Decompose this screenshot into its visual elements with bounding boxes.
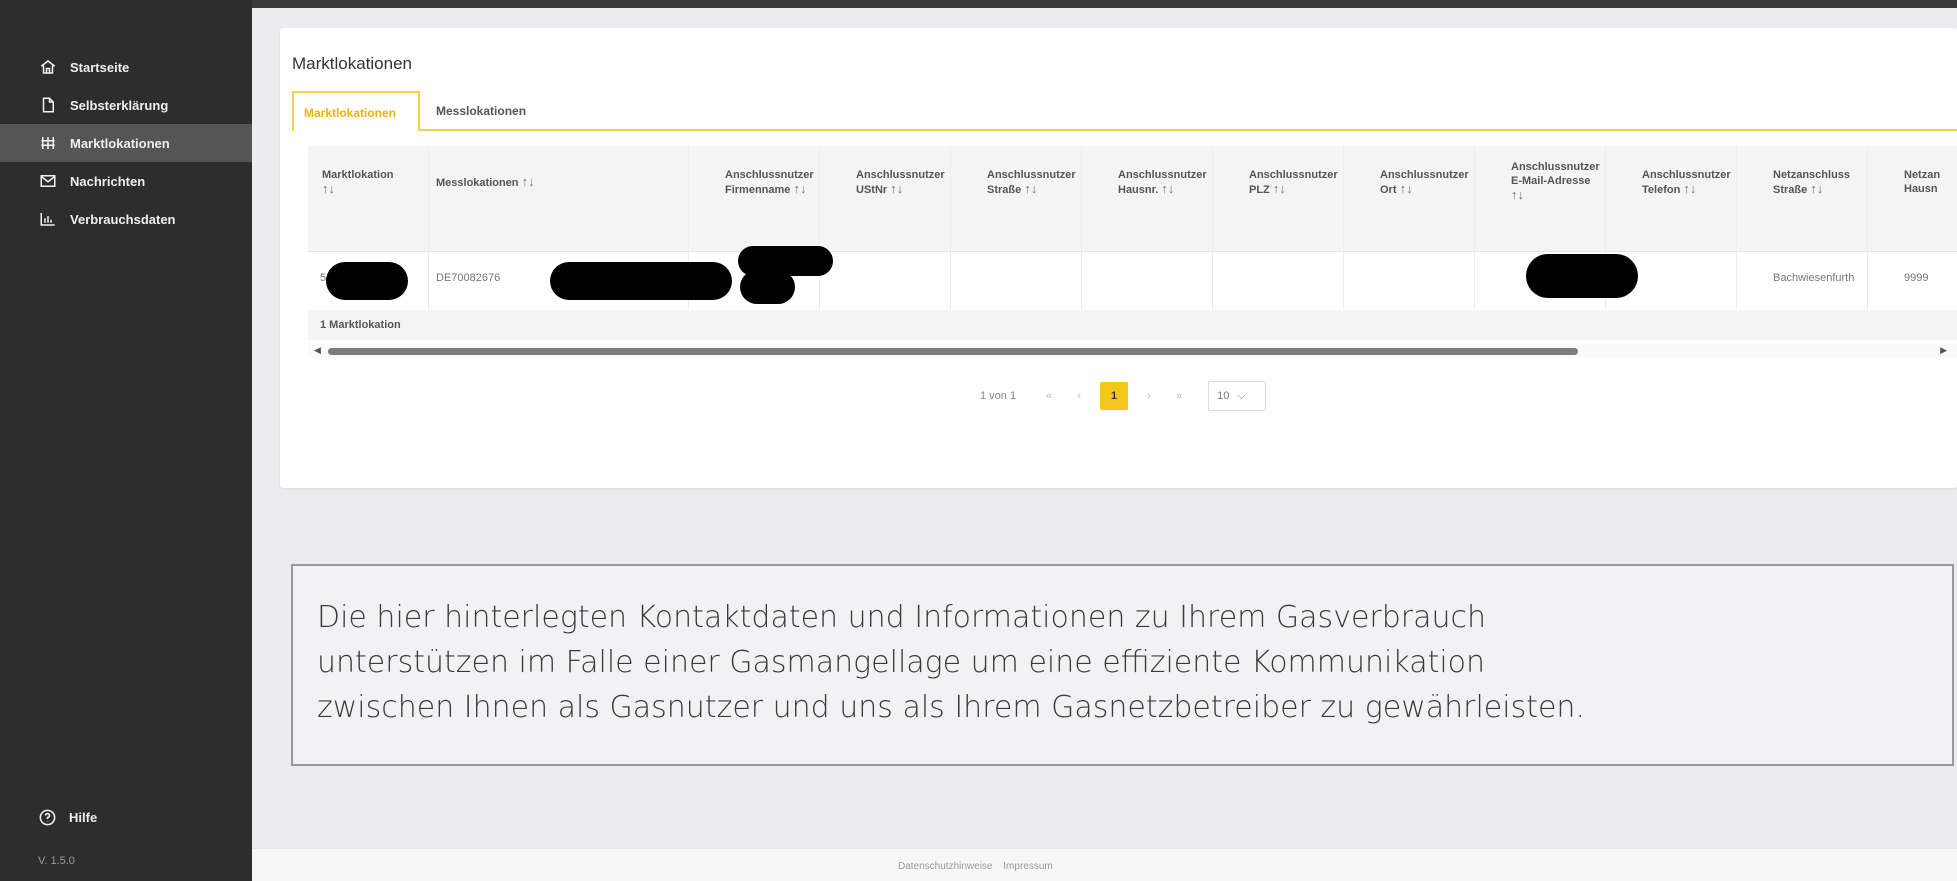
current-page-button[interactable]: 1 <box>1100 382 1129 410</box>
redaction-mark <box>740 270 795 304</box>
marktlokationen-table: Marktlokation ↑↓ Messlokationen ↑↓ Ansch… <box>308 146 1957 371</box>
sort-icon[interactable]: ↑↓ <box>1273 181 1286 196</box>
datenschutz-link[interactable]: Datenschutzhinweise <box>898 861 993 872</box>
column-header-netzanschluss-hausnr[interactable]: Netzan Hausn <box>1904 168 1940 196</box>
sidebar-item-nachrichten[interactable]: Nachrichten <box>0 162 252 200</box>
next-page-button[interactable]: › <box>1138 390 1160 402</box>
version-label: V. 1.5.0 <box>38 855 75 867</box>
sidebar: Startseite Selbsterklärung Marktlokation… <box>0 0 252 881</box>
horizontal-scrollbar[interactable]: ◀ ▶ <box>308 344 1957 358</box>
scroll-left-icon[interactable]: ◀ <box>314 345 321 356</box>
sort-icon[interactable]: ↑↓ <box>1810 181 1823 196</box>
scrollbar-thumb[interactable] <box>328 348 1578 355</box>
chevron-down-icon: ⌵ <box>1237 389 1246 402</box>
info-box: Die hier hinterlegten Kontaktdaten und I… <box>291 564 1954 766</box>
column-header-plz[interactable]: Anschlussnutzer PLZ ↑↓ <box>1249 168 1338 197</box>
sidebar-item-label: Startseite <box>70 59 130 75</box>
column-header-hausnr[interactable]: Anschlussnutzer Hausnr. ↑↓ <box>1118 168 1207 197</box>
sidebar-item-label: Verbrauchsdaten <box>70 211 176 227</box>
sidebar-item-label: Nachrichten <box>70 173 146 189</box>
sort-icon[interactable]: ↑↓ <box>522 174 535 189</box>
sidebar-item-verbrauchsdaten[interactable]: Verbrauchsdaten <box>0 200 252 238</box>
column-header-telefon[interactable]: Anschlussnutzer Telefon ↑↓ <box>1642 168 1731 197</box>
sidebar-item-startseite[interactable]: Startseite <box>0 48 252 86</box>
chart-icon <box>38 209 58 229</box>
help-link[interactable]: Hilfe <box>38 808 97 827</box>
info-line-1: Die hier hinterlegten Kontaktdaten und I… <box>317 600 1487 635</box>
document-icon <box>38 95 58 115</box>
column-separator <box>950 146 951 310</box>
column-header-netzanschluss-strasse[interactable]: Netzanschluss Straße ↑↓ <box>1773 168 1850 197</box>
column-header-messlokationen[interactable]: Messlokationen ↑↓ <box>436 175 535 190</box>
cell-netzanschluss-hausnr: 9999 <box>1904 272 1929 284</box>
sort-icon[interactable]: ↑↓ <box>1400 181 1413 196</box>
page-title: Marktlokationen <box>292 54 413 73</box>
mail-icon <box>38 171 58 191</box>
sort-icon[interactable]: ↑↓ <box>1683 181 1696 196</box>
sort-icon[interactable]: ↑↓ <box>1024 181 1037 196</box>
column-separator <box>1343 146 1344 310</box>
cell-netzanschluss-strasse: Bachwiesenfurth <box>1773 272 1855 284</box>
info-line-3: zwischen Ihnen als Gasnutzer und uns als… <box>317 690 1585 725</box>
previous-page-button[interactable]: ‹ <box>1068 390 1090 402</box>
redaction-mark <box>550 262 732 300</box>
sidebar-nav: Startseite Selbsterklärung Marktlokation… <box>0 48 252 238</box>
column-separator <box>1736 146 1737 310</box>
column-separator <box>1212 146 1213 310</box>
column-header-email[interactable]: Anschlussnutzer E-Mail-Adresse ↑↓ <box>1511 160 1600 203</box>
pagination: 1 von 1 « ‹ 1 › » 10 ⌵ <box>980 380 1267 412</box>
sort-icon[interactable]: ↑↓ <box>890 181 903 196</box>
filter-row <box>308 222 1957 252</box>
sort-icon[interactable]: ↑↓ <box>1511 187 1524 202</box>
column-separator <box>1867 146 1868 310</box>
sort-icon[interactable]: ↑↓ <box>1161 181 1174 196</box>
scroll-right-icon[interactable]: ▶ <box>1940 345 1947 356</box>
column-header-ort[interactable]: Anschlussnutzer Ort ↑↓ <box>1380 168 1469 197</box>
page-footer: Datenschutzhinweise Impressum <box>252 848 1957 881</box>
sort-icon[interactable]: ↑↓ <box>793 181 806 196</box>
redaction-mark <box>1526 254 1638 298</box>
page-info: 1 von 1 <box>980 390 1017 402</box>
column-separator <box>819 146 820 310</box>
column-separator <box>1081 146 1082 310</box>
info-line-2: unterstützen im Falle einer Gasmangellag… <box>317 645 1486 680</box>
sidebar-item-marktlokationen[interactable]: Marktlokationen <box>0 124 252 162</box>
redaction-mark <box>326 262 408 300</box>
sort-icon[interactable]: ↑↓ <box>322 181 335 196</box>
column-header-strasse[interactable]: Anschlussnutzer Straße ↑↓ <box>987 168 1076 197</box>
impressum-link[interactable]: Impressum <box>1003 861 1052 872</box>
cell-messlokation: DE70082676 <box>436 272 501 284</box>
page-size-select[interactable]: 10 ⌵ <box>1208 381 1267 411</box>
help-label: Hilfe <box>69 810 98 825</box>
sidebar-item-selbsterklaerung[interactable]: Selbsterklärung <box>0 86 252 124</box>
sidebar-item-label: Selbsterklärung <box>70 97 169 113</box>
help-icon <box>39 809 56 826</box>
sidebar-item-label: Marktlokationen <box>70 135 170 151</box>
column-header-marktlokation[interactable]: Marktlokation ↑↓ <box>322 168 394 197</box>
column-header-ustnr[interactable]: Anschlussnutzer UStNr ↑↓ <box>856 168 945 197</box>
last-page-button[interactable]: » <box>1168 390 1190 402</box>
row-count: 1 Marktlokation <box>320 319 401 331</box>
first-page-button[interactable]: « <box>1038 390 1060 402</box>
top-strip <box>0 0 1957 8</box>
tab-bar: Marktlokationen Messlokationen <box>292 91 1957 131</box>
tab-marktlokationen[interactable]: Marktlokationen <box>292 91 420 131</box>
table-footer: 1 Marktlokation <box>308 310 1957 340</box>
column-separator <box>428 146 429 310</box>
grid-icon <box>38 133 58 153</box>
column-separator <box>1474 146 1475 310</box>
column-header-firmenname[interactable]: Anschlussnutzer Firmenname ↑↓ <box>725 168 814 197</box>
home-icon <box>38 57 58 77</box>
tab-messlokationen[interactable]: Messlokationen <box>426 91 536 131</box>
marktlokationen-card: Marktlokationen Marktlokationen Messloka… <box>280 28 1957 488</box>
